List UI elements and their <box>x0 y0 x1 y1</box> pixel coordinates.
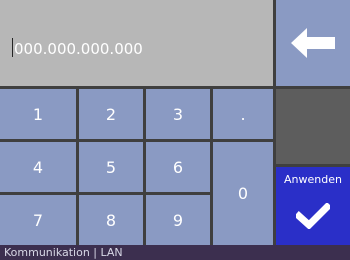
empty-panel <box>276 89 350 164</box>
key-4[interactable]: 4 <box>0 142 76 192</box>
key-3[interactable]: 3 <box>146 89 210 139</box>
backspace-button[interactable] <box>276 0 350 86</box>
apply-button[interactable]: Anwenden <box>276 167 350 245</box>
key-5[interactable]: 5 <box>79 142 143 192</box>
key-label: . <box>240 104 246 124</box>
ip-address-value: 000.000.000.000 <box>14 40 143 58</box>
left-arrow-icon <box>291 28 335 58</box>
key-label: 5 <box>105 157 117 177</box>
ip-address-display[interactable]: 000.000.000.000 <box>0 0 273 86</box>
key-label: 2 <box>105 104 117 124</box>
key-9[interactable]: 9 <box>146 195 210 245</box>
key-7[interactable]: 7 <box>0 195 76 245</box>
key-label: 1 <box>32 104 44 124</box>
key-2[interactable]: 2 <box>79 89 143 139</box>
ip-entry-screen: 000.000.000.000 1 2 3 . 4 5 6 0 7 8 9 An… <box>0 0 350 260</box>
key-dot[interactable]: . <box>213 89 273 139</box>
key-label: 6 <box>172 157 184 177</box>
status-bar-text: Kommunikation | LAN <box>4 246 123 259</box>
key-0[interactable]: 0 <box>213 142 273 245</box>
key-1[interactable]: 1 <box>0 89 76 139</box>
apply-check-wrap <box>276 203 350 229</box>
apply-label: Anwenden <box>284 173 342 186</box>
key-label: 0 <box>237 184 249 203</box>
key-label: 3 <box>172 104 184 124</box>
checkmark-icon <box>296 203 330 229</box>
key-label: 7 <box>32 210 44 230</box>
key-label: 4 <box>32 157 44 177</box>
text-caret <box>12 38 13 57</box>
key-label: 9 <box>172 210 184 230</box>
key-8[interactable]: 8 <box>79 195 143 245</box>
key-6[interactable]: 6 <box>146 142 210 192</box>
key-label: 8 <box>105 210 117 230</box>
status-bar: Kommunikation | LAN <box>0 245 350 260</box>
